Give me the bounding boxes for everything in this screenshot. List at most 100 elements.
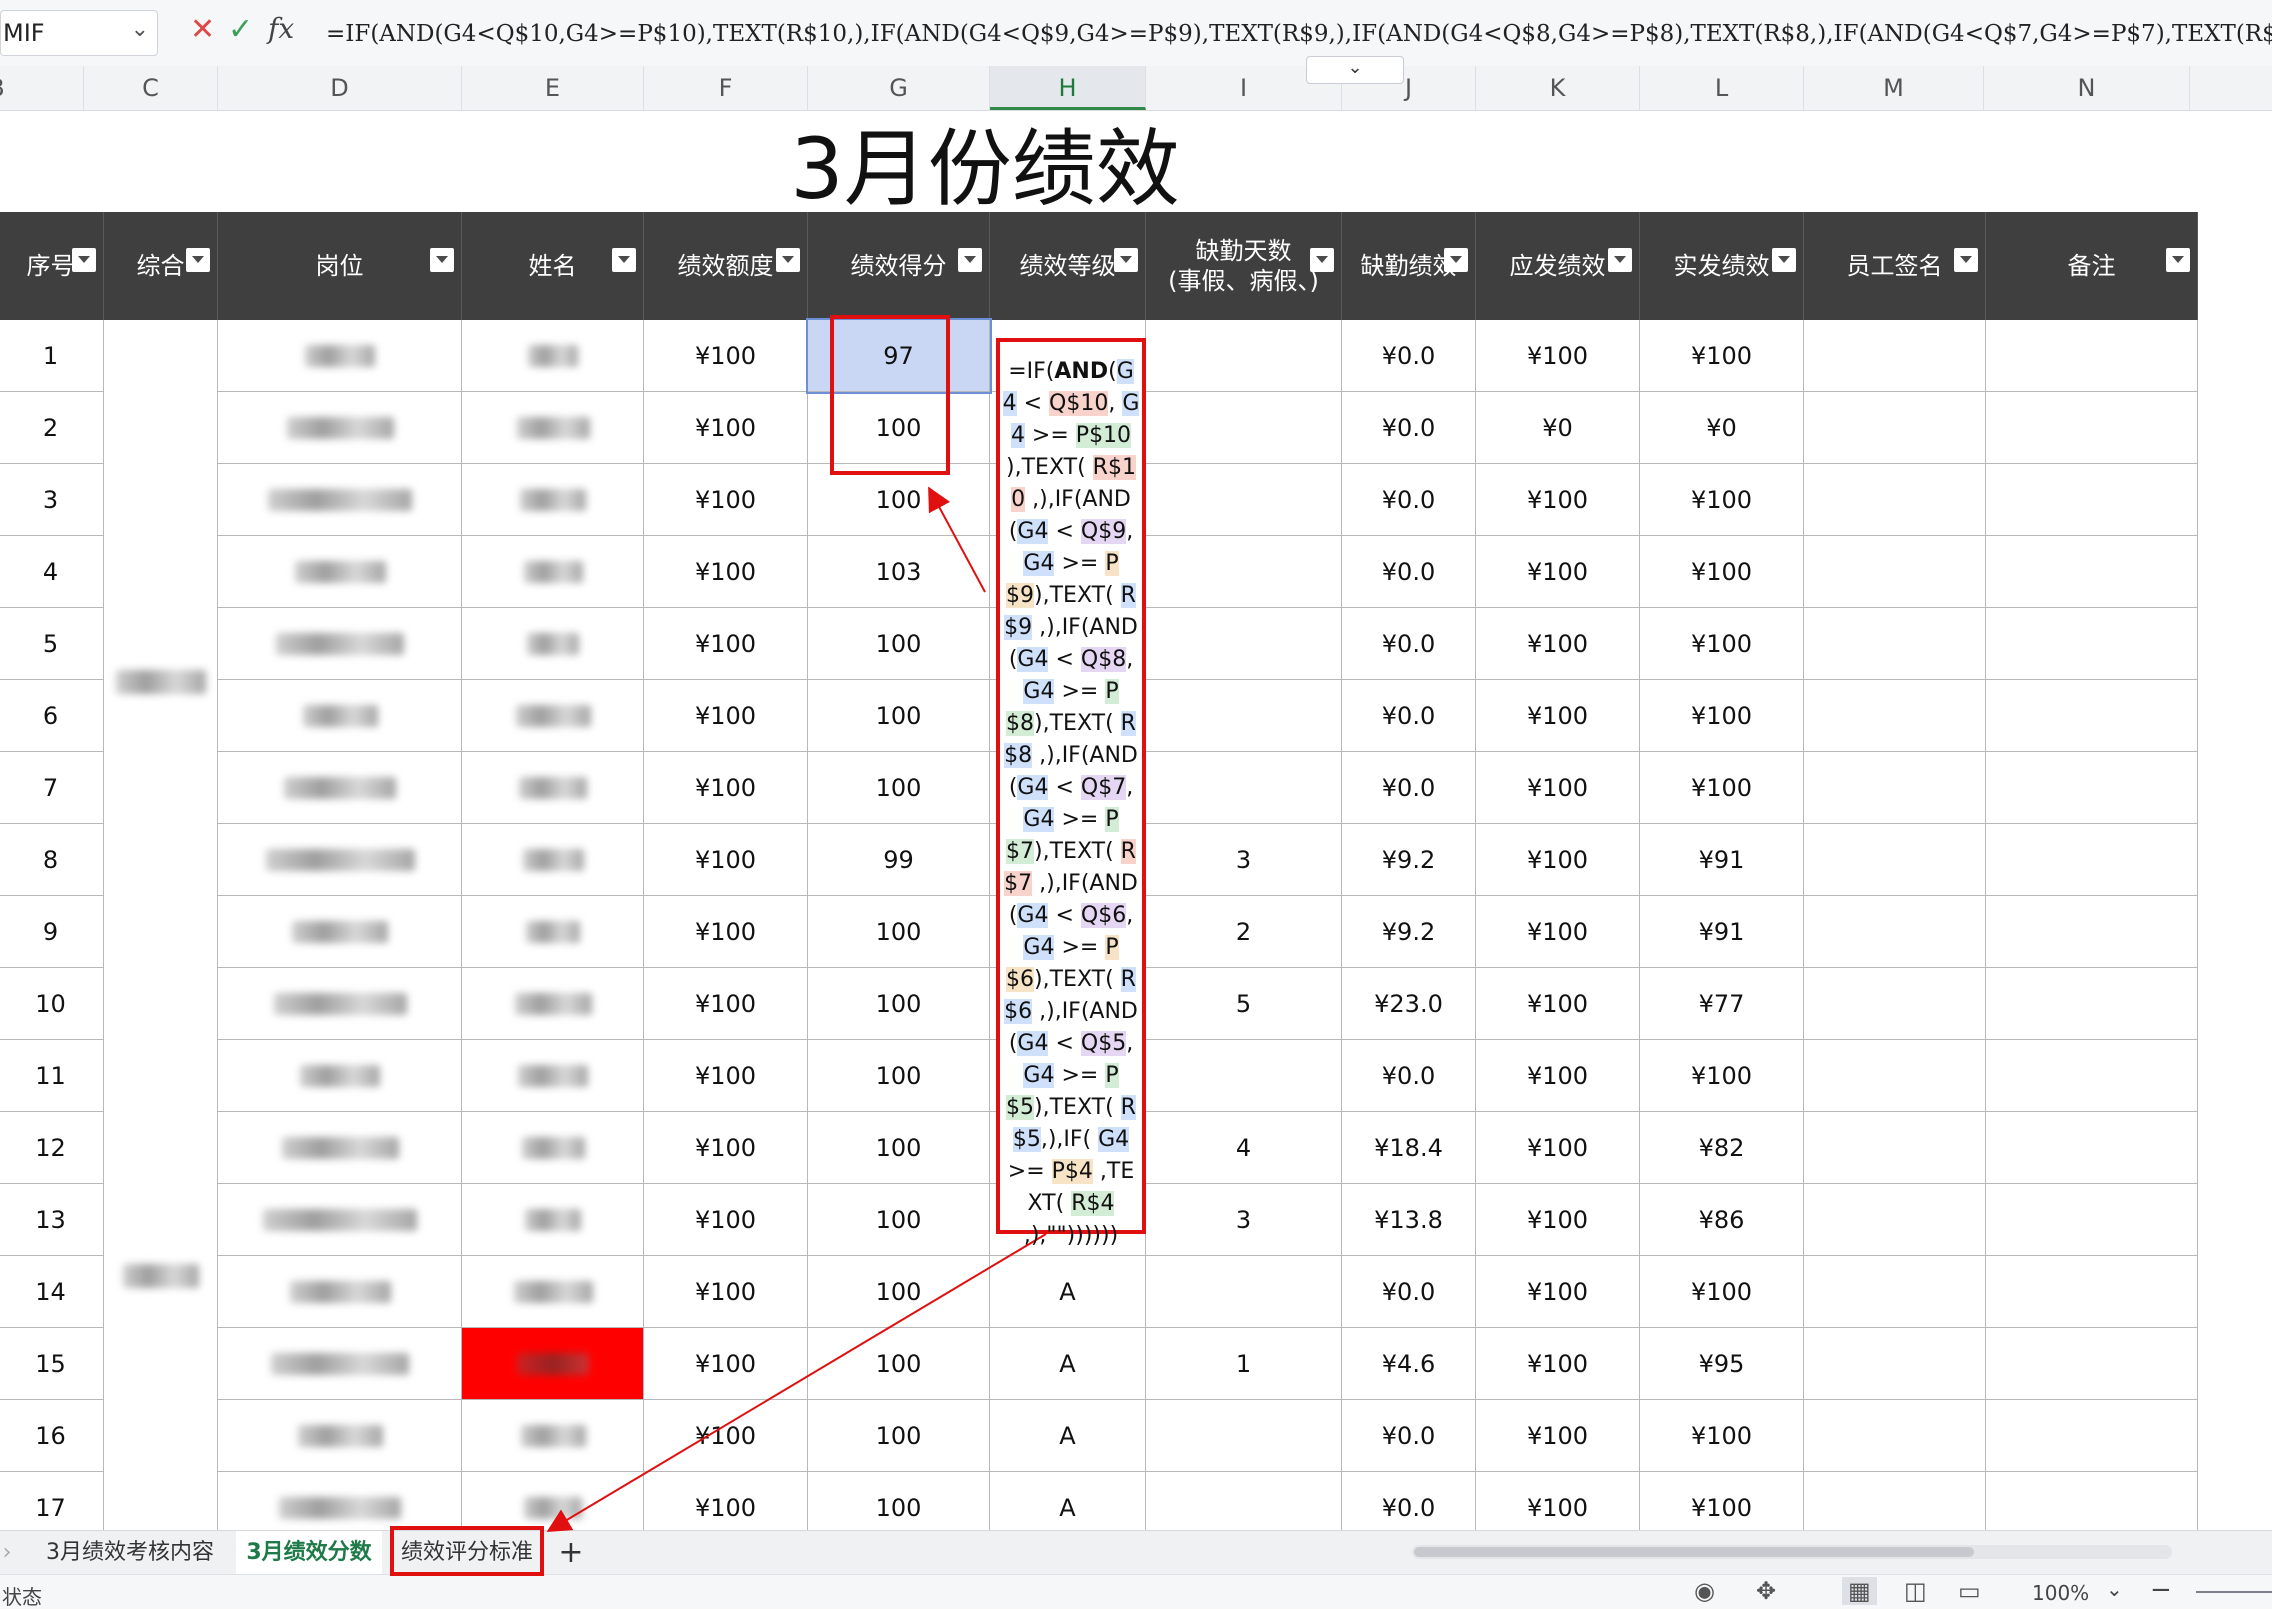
table-cell[interactable]: ¥0.0: [1342, 1472, 1476, 1530]
table-cell[interactable]: ¥100: [644, 1256, 808, 1328]
table-cell[interactable]: ¥100: [1476, 320, 1640, 392]
table-cell[interactable]: [1986, 392, 2198, 464]
function-icon[interactable]: fx: [268, 12, 294, 45]
table-cell[interactable]: [1804, 1328, 1986, 1400]
table-cell[interactable]: [1986, 536, 2198, 608]
table-cell[interactable]: [1804, 1472, 1986, 1530]
table-cell[interactable]: 8: [0, 824, 104, 896]
table-cell[interactable]: ¥0.0: [1342, 392, 1476, 464]
column-header-g[interactable]: G: [808, 66, 990, 110]
filter-dropdown-icon[interactable]: [1114, 248, 1138, 272]
table-cell[interactable]: [1804, 1184, 1986, 1256]
table-cell[interactable]: [1146, 1256, 1342, 1328]
column-header-b[interactable]: B: [0, 66, 84, 110]
filter-dropdown-icon[interactable]: [776, 248, 800, 272]
table-cell[interactable]: ¥100: [644, 392, 808, 464]
chevron-down-icon[interactable]: ⌄: [2106, 1577, 2123, 1601]
table-cell[interactable]: [1804, 1040, 1986, 1112]
check-icon[interactable]: ✓: [228, 12, 253, 47]
table-cell[interactable]: ¥100: [644, 1040, 808, 1112]
filter-dropdown-icon[interactable]: [1310, 248, 1334, 272]
table-cell[interactable]: 4: [1146, 1112, 1342, 1184]
column-header-c[interactable]: C: [84, 66, 218, 110]
table-cell[interactable]: ¥100: [1640, 680, 1804, 752]
table-cell[interactable]: [1986, 320, 2198, 392]
table-cell[interactable]: 7: [0, 752, 104, 824]
table-cell[interactable]: A: [990, 1472, 1146, 1530]
table-cell[interactable]: 14: [0, 1256, 104, 1328]
score-cell[interactable]: 100: [808, 1256, 990, 1328]
table-cell[interactable]: ¥100: [1476, 1256, 1640, 1328]
table-cell[interactable]: ¥100: [1640, 1256, 1804, 1328]
table-cell[interactable]: [1146, 536, 1342, 608]
table-cell[interactable]: ¥100: [644, 608, 808, 680]
table-cell[interactable]: ¥100: [644, 1472, 808, 1530]
table-cell[interactable]: [1146, 680, 1342, 752]
column-header-e[interactable]: E: [462, 66, 644, 110]
column-header-n[interactable]: N: [1984, 66, 2190, 110]
table-cell[interactable]: [1804, 1256, 1986, 1328]
table-cell[interactable]: ¥100: [1476, 1472, 1640, 1530]
table-cell[interactable]: [1986, 1400, 2198, 1472]
eye-icon[interactable]: ◉: [1694, 1577, 1715, 1605]
score-cell[interactable]: 100: [808, 896, 990, 968]
table-cell[interactable]: ¥100: [1640, 752, 1804, 824]
crosshair-icon[interactable]: ✥: [1756, 1577, 1776, 1605]
table-cell[interactable]: ¥100: [1640, 608, 1804, 680]
table-cell[interactable]: [1986, 1328, 2198, 1400]
tab-scroll-icon[interactable]: ›: [0, 1531, 14, 1575]
score-cell[interactable]: 100: [808, 608, 990, 680]
expand-formula-button[interactable]: ⌄: [1306, 56, 1404, 84]
page-layout-icon[interactable]: ◫: [1904, 1577, 1927, 1605]
filter-dropdown-icon[interactable]: [612, 248, 636, 272]
filter-dropdown-icon[interactable]: [958, 248, 982, 272]
table-cell[interactable]: ¥100: [1476, 752, 1640, 824]
table-cell[interactable]: 12: [0, 1112, 104, 1184]
table-cell[interactable]: ¥23.0: [1342, 968, 1476, 1040]
table-cell[interactable]: ¥100: [644, 1112, 808, 1184]
table-cell[interactable]: [1986, 1184, 2198, 1256]
horizontal-scrollbar[interactable]: [1412, 1545, 2172, 1559]
zoom-level[interactable]: 100%: [2032, 1581, 2089, 1605]
table-cell[interactable]: ¥100: [1476, 536, 1640, 608]
table-cell[interactable]: ¥100: [644, 680, 808, 752]
score-cell[interactable]: 100: [808, 752, 990, 824]
tab-scores[interactable]: 3月绩效分数: [236, 1531, 382, 1575]
table-cell[interactable]: [1986, 752, 2198, 824]
table-cell[interactable]: ¥0.0: [1342, 536, 1476, 608]
table-cell[interactable]: ¥4.6: [1342, 1328, 1476, 1400]
table-cell[interactable]: [1804, 824, 1986, 896]
table-cell[interactable]: ¥100: [1476, 968, 1640, 1040]
table-cell[interactable]: ¥100: [644, 536, 808, 608]
column-header-l[interactable]: L: [1640, 66, 1804, 110]
normal-view-icon[interactable]: ▦: [1842, 1577, 1877, 1605]
score-cell[interactable]: 100: [808, 1040, 990, 1112]
table-cell[interactable]: 16: [0, 1400, 104, 1472]
table-cell[interactable]: 2: [0, 392, 104, 464]
tab-assessment-content[interactable]: 3月绩效考核内容: [30, 1531, 230, 1575]
column-header-k[interactable]: K: [1476, 66, 1640, 110]
table-cell[interactable]: [1986, 608, 2198, 680]
table-cell[interactable]: ¥100: [1476, 464, 1640, 536]
table-cell[interactable]: ¥100: [1476, 1040, 1640, 1112]
table-cell[interactable]: ¥91: [1640, 824, 1804, 896]
column-header-f[interactable]: F: [644, 66, 808, 110]
table-cell[interactable]: [1804, 896, 1986, 968]
table-cell[interactable]: A: [990, 1400, 1146, 1472]
table-cell[interactable]: ¥0.0: [1342, 1400, 1476, 1472]
table-cell[interactable]: [1804, 536, 1986, 608]
table-cell[interactable]: 11: [0, 1040, 104, 1112]
table-cell[interactable]: [1986, 1256, 2198, 1328]
table-cell[interactable]: ¥100: [1476, 680, 1640, 752]
table-cell[interactable]: ¥0.0: [1342, 320, 1476, 392]
table-cell[interactable]: [1804, 1112, 1986, 1184]
filter-dropdown-icon[interactable]: [1772, 248, 1796, 272]
table-cell[interactable]: 5: [1146, 968, 1342, 1040]
filter-dropdown-icon[interactable]: [1608, 248, 1632, 272]
column-header-d[interactable]: D: [218, 66, 462, 110]
table-cell[interactable]: ¥91: [1640, 896, 1804, 968]
table-cell[interactable]: 4: [0, 536, 104, 608]
page-break-icon[interactable]: ▭: [1958, 1577, 1981, 1605]
formula-input[interactable]: =IF(AND(G4<Q$10,G4>=P$10),TEXT(R$10,),IF…: [326, 12, 2272, 56]
table-cell[interactable]: [1146, 608, 1342, 680]
